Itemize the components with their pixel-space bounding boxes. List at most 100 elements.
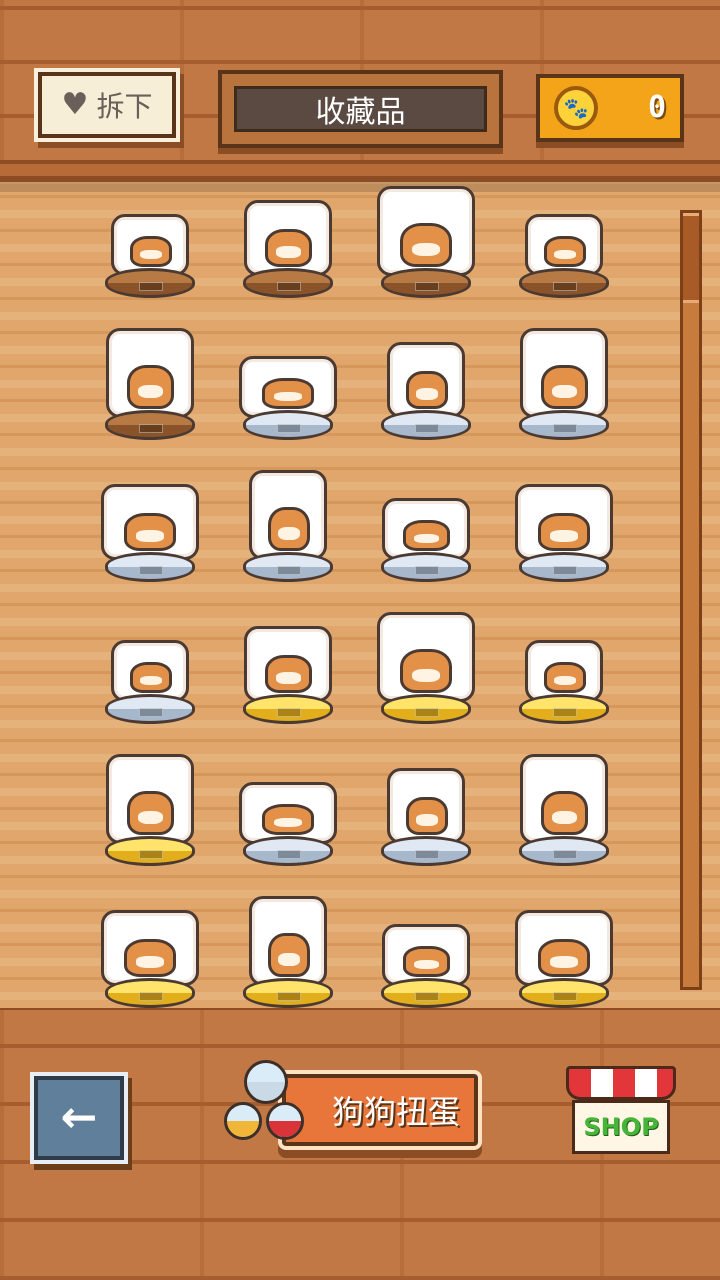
shiba-figure-icon bbox=[127, 791, 174, 835]
shiba-figure-icon bbox=[538, 939, 590, 977]
collection-item[interactable] bbox=[371, 178, 481, 298]
collectible-figure bbox=[106, 328, 194, 418]
silver-pedestal bbox=[105, 694, 195, 724]
collection-item[interactable] bbox=[95, 746, 205, 866]
collectible-figure bbox=[111, 214, 189, 276]
collectible-figure bbox=[244, 626, 332, 702]
shiba-figure-icon bbox=[127, 365, 174, 409]
gold-pedestal bbox=[243, 694, 333, 724]
collectible-figure bbox=[111, 640, 189, 702]
shop-button[interactable]: SHOP bbox=[566, 1066, 676, 1156]
collectible-figure bbox=[387, 768, 465, 844]
collectible-figure bbox=[239, 782, 337, 844]
back-button[interactable]: ← bbox=[34, 1076, 124, 1160]
collection-item[interactable] bbox=[233, 888, 343, 1008]
collectible-figure bbox=[382, 498, 470, 560]
collection-item[interactable] bbox=[371, 746, 481, 866]
collectible-figure bbox=[520, 328, 608, 418]
wood-pedestal bbox=[105, 410, 195, 440]
shiba-figure-icon bbox=[541, 365, 588, 409]
scrollbar[interactable] bbox=[680, 210, 702, 990]
gold-pedestal bbox=[105, 978, 195, 1008]
shiba-figure-icon bbox=[262, 804, 314, 835]
silver-pedestal bbox=[243, 836, 333, 866]
collection-item[interactable] bbox=[95, 320, 205, 440]
collectible-figure bbox=[249, 470, 327, 560]
shiba-figure-icon bbox=[538, 513, 590, 551]
wood-pedestal bbox=[381, 268, 471, 298]
collection-item[interactable] bbox=[509, 462, 619, 582]
silver-pedestal bbox=[519, 552, 609, 582]
collectible-figure bbox=[101, 910, 199, 986]
collection-item[interactable] bbox=[371, 462, 481, 582]
collection-item[interactable] bbox=[95, 178, 205, 298]
collectible-figure bbox=[382, 924, 470, 986]
collectible-figure bbox=[101, 484, 199, 560]
collectible-figure bbox=[525, 640, 603, 702]
collectible-figure bbox=[377, 186, 475, 276]
gacha-label: 狗狗扭蛋 bbox=[282, 1074, 478, 1146]
silver-pedestal bbox=[519, 410, 609, 440]
shiba-figure-icon bbox=[130, 236, 172, 267]
shiba-figure-icon bbox=[262, 378, 314, 409]
collection-item[interactable] bbox=[95, 462, 205, 582]
silver-pedestal bbox=[105, 552, 195, 582]
collection-item[interactable] bbox=[233, 178, 343, 298]
coin-counter: 🐾 0 bbox=[536, 74, 684, 142]
shiba-figure-icon bbox=[544, 236, 586, 267]
collectible-figure bbox=[525, 214, 603, 276]
collectible-figure bbox=[106, 754, 194, 844]
collection-item[interactable] bbox=[371, 320, 481, 440]
silver-pedestal bbox=[243, 552, 333, 582]
shop-label: SHOP bbox=[572, 1100, 670, 1154]
wood-pedestal bbox=[519, 268, 609, 298]
shiba-figure-icon bbox=[265, 655, 312, 693]
paw-coin-icon: 🐾 bbox=[554, 86, 598, 130]
coin-count: 0 bbox=[647, 90, 666, 125]
collection-item[interactable] bbox=[371, 604, 481, 724]
collection-item[interactable] bbox=[509, 320, 619, 440]
gold-pedestal bbox=[243, 978, 333, 1008]
heart-icon: ♥ bbox=[61, 87, 89, 122]
silver-pedestal bbox=[519, 836, 609, 866]
gold-pedestal bbox=[519, 978, 609, 1008]
shop-awning-icon bbox=[566, 1066, 676, 1100]
shiba-figure-icon bbox=[544, 662, 586, 693]
shiba-figure-icon bbox=[124, 939, 176, 977]
capsule-icon bbox=[224, 1102, 262, 1140]
collection-item[interactable] bbox=[509, 178, 619, 298]
capsule-icon bbox=[266, 1102, 304, 1140]
shiba-figure-icon bbox=[403, 520, 450, 551]
shiba-figure-icon bbox=[268, 933, 310, 977]
shiba-figure-icon bbox=[124, 513, 176, 551]
collection-item[interactable] bbox=[95, 888, 205, 1008]
unequip-button[interactable]: ♥ 拆下 bbox=[38, 72, 176, 138]
collection-item[interactable] bbox=[233, 320, 343, 440]
collection-item[interactable] bbox=[233, 604, 343, 724]
collectible-figure bbox=[377, 612, 475, 702]
collection-item[interactable] bbox=[509, 888, 619, 1008]
silver-pedestal bbox=[381, 552, 471, 582]
collection-item[interactable] bbox=[509, 746, 619, 866]
wood-pedestal bbox=[105, 268, 195, 298]
gacha-button[interactable]: 狗狗扭蛋 bbox=[212, 1054, 484, 1160]
collection-item[interactable] bbox=[509, 604, 619, 724]
capsule-icon bbox=[244, 1060, 288, 1104]
collectible-figure bbox=[515, 910, 613, 986]
shiba-figure-icon bbox=[403, 946, 450, 977]
wood-pedestal bbox=[243, 268, 333, 298]
gold-pedestal bbox=[105, 836, 195, 866]
gold-pedestal bbox=[381, 694, 471, 724]
unequip-label: 拆下 bbox=[96, 90, 153, 123]
collection-item[interactable] bbox=[95, 604, 205, 724]
collection-item[interactable] bbox=[371, 888, 481, 1008]
collection-item[interactable] bbox=[233, 746, 343, 866]
shiba-figure-icon bbox=[268, 507, 310, 551]
shiba-figure-icon bbox=[265, 229, 312, 267]
collectible-figure bbox=[249, 896, 327, 986]
scrollbar-thumb[interactable] bbox=[683, 213, 699, 303]
collection-item[interactable] bbox=[233, 462, 343, 582]
collectible-figure bbox=[239, 356, 337, 418]
title-board: 收藏品 bbox=[218, 70, 503, 148]
shiba-figure-icon bbox=[400, 223, 452, 267]
